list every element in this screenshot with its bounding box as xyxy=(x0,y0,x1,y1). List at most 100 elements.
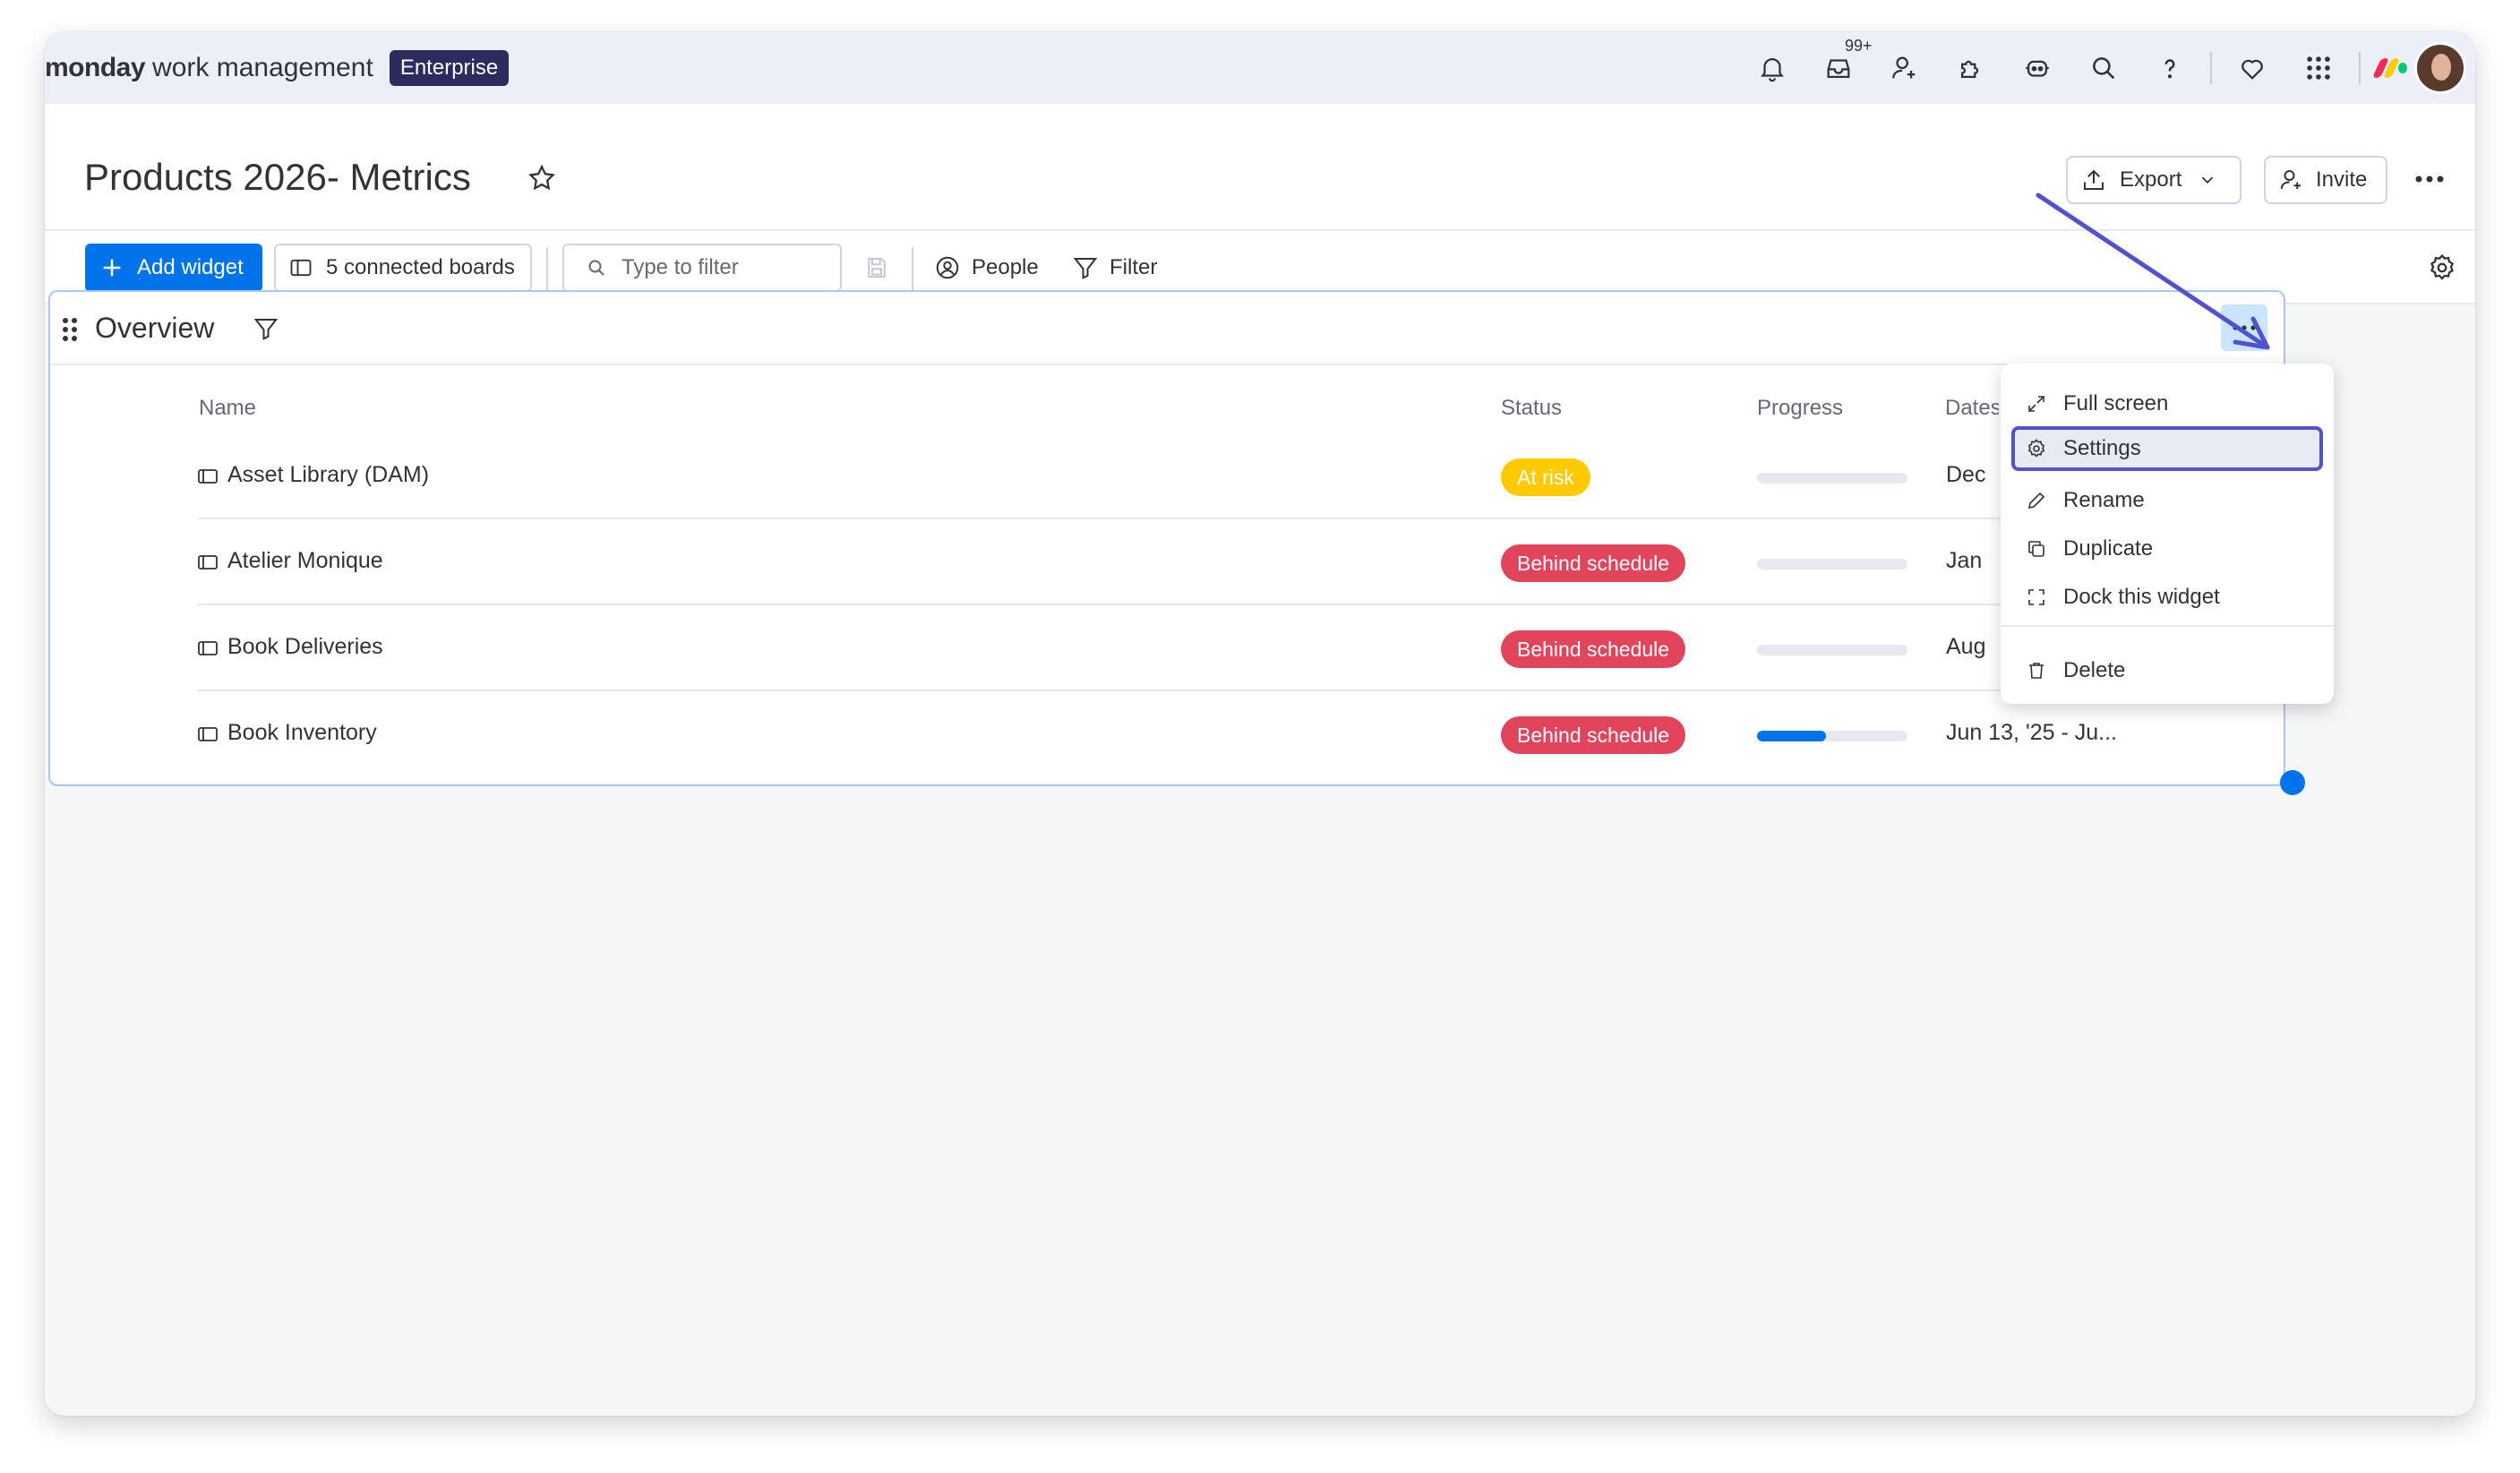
row-name[interactable]: Book Deliveries xyxy=(227,634,383,660)
row-dates: Aug 1 xyxy=(1946,634,1989,659)
app-window: monday work management Enterprise 99+ Pr… xyxy=(45,32,2475,1416)
menu-item-full-screen[interactable]: Full screen xyxy=(2011,381,2323,426)
column-header-dates: Dates xyxy=(1945,396,1999,420)
bell-icon[interactable] xyxy=(1739,32,1805,104)
status-badge: Behind schedule xyxy=(1501,544,1686,582)
column-header-status: Status xyxy=(1501,396,1563,420)
status-badge: Behind schedule xyxy=(1501,716,1686,754)
trash-icon xyxy=(2029,663,2044,679)
pencil-icon xyxy=(2027,492,2045,510)
board-icon xyxy=(198,641,218,655)
people-filter-button[interactable]: People xyxy=(934,244,1039,292)
drag-handle-icon[interactable] xyxy=(61,317,79,342)
menu-item-label: Rename xyxy=(2063,488,2145,512)
row-name[interactable]: Book Inventory xyxy=(227,720,377,746)
product-switcher-icon[interactable] xyxy=(2285,32,2352,104)
menu-item-label: Dock this widget xyxy=(2063,585,2220,609)
invite-label: Invite xyxy=(2316,167,2368,192)
apps-icon[interactable] xyxy=(1938,32,2004,104)
funnel-icon xyxy=(1073,258,1098,279)
brand-product: work management xyxy=(152,53,373,82)
connected-boards-button[interactable]: 5 connected boards xyxy=(274,244,532,292)
page-title[interactable]: Products 2026- Metrics xyxy=(84,156,471,199)
progress-bar xyxy=(1757,473,1907,484)
annotation-arrow-icon xyxy=(2036,193,2270,350)
filter-button[interactable]: Filter xyxy=(1072,244,1157,292)
widget-context-menu: Full screen Settings Rename Duplicate Do… xyxy=(2001,364,2334,704)
expand-icon xyxy=(2028,396,2044,412)
help-icon[interactable] xyxy=(2137,32,2203,104)
brand-logo[interactable]: monday work management Enterprise xyxy=(45,50,510,86)
progress-bar xyxy=(1757,559,1907,570)
star-icon[interactable] xyxy=(527,163,557,193)
menu-item-settings[interactable]: Settings xyxy=(2011,426,2323,471)
overview-widget: Overview Name Status Progress Dates Asse… xyxy=(48,290,2285,786)
funnel-icon[interactable] xyxy=(253,315,279,342)
table-row[interactable]: Book Deliveries Behind schedule Aug 1 xyxy=(197,605,2257,691)
board-icon xyxy=(198,555,218,570)
ai-assistant-icon[interactable] xyxy=(2004,32,2070,104)
status-badge: Behind schedule xyxy=(1501,630,1686,668)
column-header-progress: Progress xyxy=(1757,396,1844,420)
avatar[interactable] xyxy=(2414,42,2466,94)
progress-bar xyxy=(1757,645,1907,655)
people-label: People xyxy=(972,255,1039,279)
notification-count: 99+ xyxy=(1841,36,1876,56)
plus-icon xyxy=(103,259,121,277)
menu-item-rename[interactable]: Rename xyxy=(2011,478,2323,523)
brand-name: monday xyxy=(45,53,146,82)
resize-handle[interactable] xyxy=(2280,770,2305,795)
menu-item-delete[interactable]: Delete xyxy=(2011,648,2323,693)
menu-divider xyxy=(2001,625,2334,627)
board-icon xyxy=(290,259,312,277)
widget-header: Overview xyxy=(50,292,2284,365)
search-icon xyxy=(588,260,604,276)
monday-logo-icon[interactable] xyxy=(2371,58,2407,78)
board-icon xyxy=(198,469,218,484)
search-icon[interactable] xyxy=(2070,32,2137,104)
menu-item-label: Settings xyxy=(2063,436,2141,460)
menu-item-dock-widget[interactable]: Dock this widget xyxy=(2011,575,2323,620)
connected-boards-label: 5 connected boards xyxy=(326,255,515,279)
topbar-divider xyxy=(2210,52,2212,84)
row-dates: Jan 2 xyxy=(1946,548,1989,573)
filter-placeholder: Type to filter xyxy=(621,255,739,279)
progress-bar xyxy=(1757,731,1907,741)
plan-badge: Enterprise xyxy=(389,50,510,86)
save-icon[interactable] xyxy=(863,254,890,281)
row-dates: Dec 1 xyxy=(1946,462,1989,487)
toolbar-divider xyxy=(546,247,548,292)
menu-item-label: Full screen xyxy=(2063,391,2169,415)
widget-title[interactable]: Overview xyxy=(95,312,214,345)
row-name[interactable]: Atelier Monique xyxy=(227,548,383,574)
invite-members-icon[interactable] xyxy=(1872,32,1938,104)
menu-item-label: Delete xyxy=(2063,658,2126,682)
row-dates: Jun 13, '25 - Ju... xyxy=(1946,720,2117,745)
table-row[interactable]: Book Inventory Behind schedule Jun 13, '… xyxy=(197,691,2257,777)
toolbar-divider-2 xyxy=(912,247,913,292)
export-label: Export xyxy=(2120,167,2182,192)
column-header-name: Name xyxy=(199,396,257,420)
row-name[interactable]: Asset Library (DAM) xyxy=(227,462,429,488)
filter-label: Filter xyxy=(1110,255,1158,279)
board-more-icon[interactable] xyxy=(2409,161,2450,197)
board-icon xyxy=(198,727,218,741)
inbox-icon[interactable]: 99+ xyxy=(1805,32,1876,104)
add-widget-label: Add widget xyxy=(137,255,244,279)
duplicate-icon xyxy=(2028,541,2044,557)
heart-icon[interactable] xyxy=(2219,32,2285,104)
topbar-divider-2 xyxy=(2359,52,2361,84)
table-row[interactable]: Asset Library (DAM) At risk Dec 1 xyxy=(197,433,2257,519)
chevron-down-icon xyxy=(2202,176,2214,184)
menu-item-duplicate[interactable]: Duplicate xyxy=(2011,527,2323,571)
table-row[interactable]: Atelier Monique Behind schedule Jan 2 xyxy=(197,519,2257,605)
gear-icon[interactable] xyxy=(2427,253,2457,283)
dock-icon xyxy=(2028,589,2044,605)
gear-icon xyxy=(2027,439,2045,458)
status-badge: At risk xyxy=(1501,458,1590,496)
person-circle-icon xyxy=(936,256,959,279)
menu-item-label: Duplicate xyxy=(2063,536,2154,561)
top-bar: monday work management Enterprise 99+ xyxy=(45,32,2475,104)
add-widget-button[interactable]: Add widget xyxy=(85,244,262,292)
filter-input[interactable]: Type to filter xyxy=(562,244,842,292)
